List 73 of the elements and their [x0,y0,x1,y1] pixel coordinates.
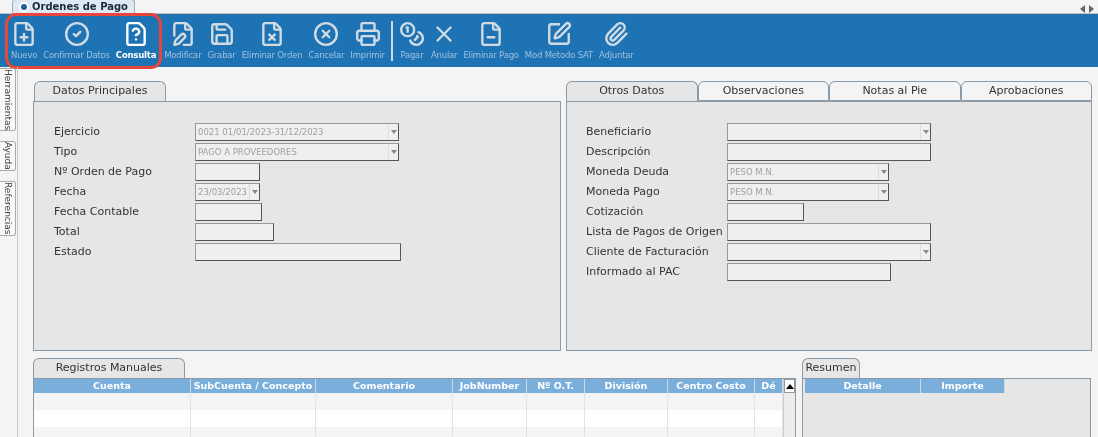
column-header[interactable]: Dé [755,379,783,393]
toolbar-button[interactable]: Consulta [112,16,160,65]
text-field[interactable] [727,143,931,161]
panel-tab[interactable]: Observaciones [697,81,829,101]
scrollbar[interactable] [783,379,795,437]
dropdown-arrow-icon [920,124,930,140]
column-header[interactable]: Cuenta [34,379,191,393]
dropdown-field[interactable] [727,243,931,261]
panel-tab[interactable]: Registros Manuales [33,358,185,378]
column-header[interactable]: División [585,379,668,393]
text-field[interactable] [195,203,262,221]
field-label: Descripción [586,143,652,160]
field-label: Beneficiario [586,123,653,140]
file-question-icon [123,20,149,47]
field-value: 0021 01/01/2023-31/12/2023 [197,125,325,139]
column-header[interactable]: Nº O.T. [527,379,585,393]
tab-logo-icon [19,1,29,12]
field-label: Informado al PAC [586,263,682,280]
field-label: Moneda Pago [586,183,661,200]
dropdown-field[interactable]: 0021 01/01/2023-31/12/2023 [195,123,399,141]
panel-tab[interactable]: Otros Datos [566,81,698,101]
field-label: Cliente de Facturación [586,243,710,260]
field-value: PESO M.N. [729,185,776,199]
column-header[interactable]: JobNumber [453,379,527,393]
field-label: Fecha [54,183,88,200]
dropdown-arrow-icon [878,184,888,200]
panel-tab[interactable]: Aprobaciones [960,81,1092,101]
text-field[interactable] [195,163,260,181]
text-field[interactable] [195,223,274,241]
field-label: Cotización [586,203,645,220]
field-label: Nº Orden de Pago [54,163,153,180]
dropdown-field[interactable]: 23/03/2023 [195,183,260,201]
field-label: Total [54,223,81,240]
field-label: Lista de Pagos de Origen [586,223,724,240]
field-value: PESO M.N. [729,165,776,179]
text-field[interactable] [195,243,401,261]
field-label: Moneda Deuda [586,163,671,180]
dropdown-field[interactable]: PESO M.N. [727,163,889,181]
field-value: PAGO A PROVEEDORES [197,145,298,159]
dropdown-arrow-icon [249,184,259,200]
panel-tab[interactable]: Notas al Pie [829,81,961,101]
pencil-square-icon [545,20,572,47]
dropdown-arrow-icon [388,144,398,160]
dropdown-arrow-icon [878,164,888,180]
column-header[interactable]: Centro Costo [668,379,755,393]
field-value: 23/03/2023 [197,185,248,199]
field-label: Estado [54,243,93,260]
dropdown-field[interactable] [727,123,931,141]
text-field[interactable] [727,223,931,241]
column-header[interactable]: SubCuenta / Concepto [191,379,316,393]
paperclip-icon [603,20,630,47]
coins-icon [398,20,425,47]
field-label: Ejercicio [54,123,101,140]
x-circle-icon [313,20,340,47]
panel-tab[interactable]: Datos Principales [34,81,166,101]
field-label: Tipo [54,143,79,160]
side-tab[interactable]: Herramientas [0,68,16,132]
document-tab[interactable]: Ordenes de Pago [12,0,135,13]
dropdown-arrow-icon [388,124,398,140]
side-tab[interactable]: Ayuda [0,141,16,172]
column-header[interactable]: Comentario [316,379,453,393]
printer-icon [354,20,381,47]
dropdown-field[interactable]: PAGO A PROVEEDORES [195,143,399,161]
dropdown-arrow-icon [920,244,930,260]
column-header[interactable]: Importe [921,379,1005,393]
column-header[interactable]: Detalle [805,379,921,393]
check-circle-icon [63,20,90,47]
side-tab[interactable]: Referencias [0,181,16,236]
field-label: Fecha Contable [54,203,140,220]
text-field[interactable] [727,203,804,221]
text-field[interactable] [727,263,891,281]
panel-tab[interactable]: Resumen [802,358,860,378]
dropdown-field[interactable]: PESO M.N. [727,183,889,201]
